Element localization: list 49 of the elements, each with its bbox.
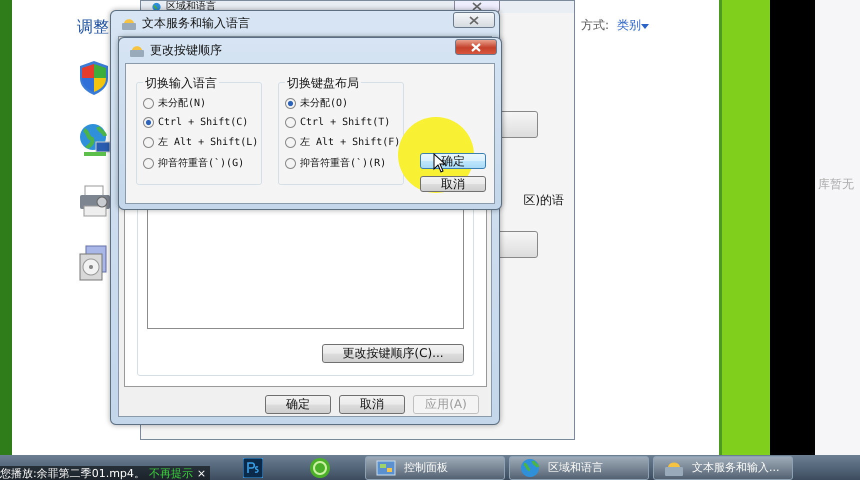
close-button[interactable] bbox=[453, 12, 495, 28]
taskbar-button[interactable]: 文本服务和输入... bbox=[653, 456, 793, 480]
control-panel-icon bbox=[376, 458, 396, 476]
change-key-sequence-button[interactable]: 更改按键顺序(C)... bbox=[322, 344, 464, 363]
page-heading: 调整 bbox=[77, 17, 109, 38]
close-icon bbox=[469, 16, 479, 24]
close-button[interactable]: × bbox=[196, 466, 206, 480]
group-title: 切换输入语言 bbox=[143, 75, 219, 92]
window-title: 区域和语言 bbox=[166, 2, 216, 12]
dialog-button[interactable]: 取消 bbox=[420, 176, 486, 192]
radio-button[interactable] bbox=[143, 158, 154, 168]
radio-button[interactable] bbox=[143, 98, 154, 108]
taskbar-button[interactable]: 控制面板 bbox=[365, 456, 505, 480]
group-title: 切换键盘布局 bbox=[285, 75, 361, 92]
radio-button[interactable] bbox=[285, 98, 296, 108]
window-title: 更改按键顺序 bbox=[150, 42, 222, 59]
window-title: 文本服务和输入语言 bbox=[142, 15, 250, 32]
view-by-label: 方式: bbox=[580, 17, 609, 34]
radio-option[interactable]: Ctrl + Shift(C) bbox=[143, 117, 261, 128]
radio-button[interactable] bbox=[285, 158, 296, 168]
dont-show-again-link[interactable]: 不再提示 bbox=[148, 466, 193, 480]
media-icon bbox=[78, 244, 108, 282]
window-icon bbox=[121, 16, 137, 30]
close-icon bbox=[472, 2, 482, 11]
close-icon bbox=[471, 42, 481, 52]
notification-text: 您播放:余罪第二季01.mp4。 bbox=[0, 466, 145, 480]
radio-button[interactable] bbox=[285, 117, 296, 128]
radio-button[interactable] bbox=[143, 117, 154, 128]
radio-button[interactable] bbox=[285, 136, 296, 148]
caret-icon bbox=[641, 24, 649, 29]
description-text: 区)的语 bbox=[523, 192, 564, 209]
radio-option[interactable]: 未分配(N) bbox=[143, 96, 261, 110]
app-icon[interactable] bbox=[309, 456, 331, 478]
taskbar-button[interactable]: 区域和语言 bbox=[509, 456, 649, 480]
globe-icon bbox=[520, 458, 540, 478]
shield-icon bbox=[78, 60, 110, 96]
radio-button[interactable] bbox=[143, 136, 154, 148]
dialog-button[interactable]: 确定 bbox=[265, 395, 331, 414]
radio-option[interactable]: 未分配(O) bbox=[285, 96, 403, 110]
globe-icon bbox=[78, 122, 112, 158]
dialog-button[interactable]: 取消 bbox=[339, 395, 405, 414]
radio-option[interactable]: 抑音符重音(`)(G) bbox=[143, 156, 261, 170]
radio-option[interactable]: 左 Alt + Shift(L) bbox=[143, 135, 261, 149]
window-icon bbox=[129, 44, 145, 58]
photoshop-app-icon[interactable] bbox=[243, 458, 263, 478]
close-button[interactable] bbox=[455, 39, 497, 55]
side-text: 库暂无 bbox=[818, 176, 854, 193]
view-by-dropdown[interactable]: 类别 bbox=[617, 17, 649, 38]
printer-icon bbox=[78, 184, 112, 218]
